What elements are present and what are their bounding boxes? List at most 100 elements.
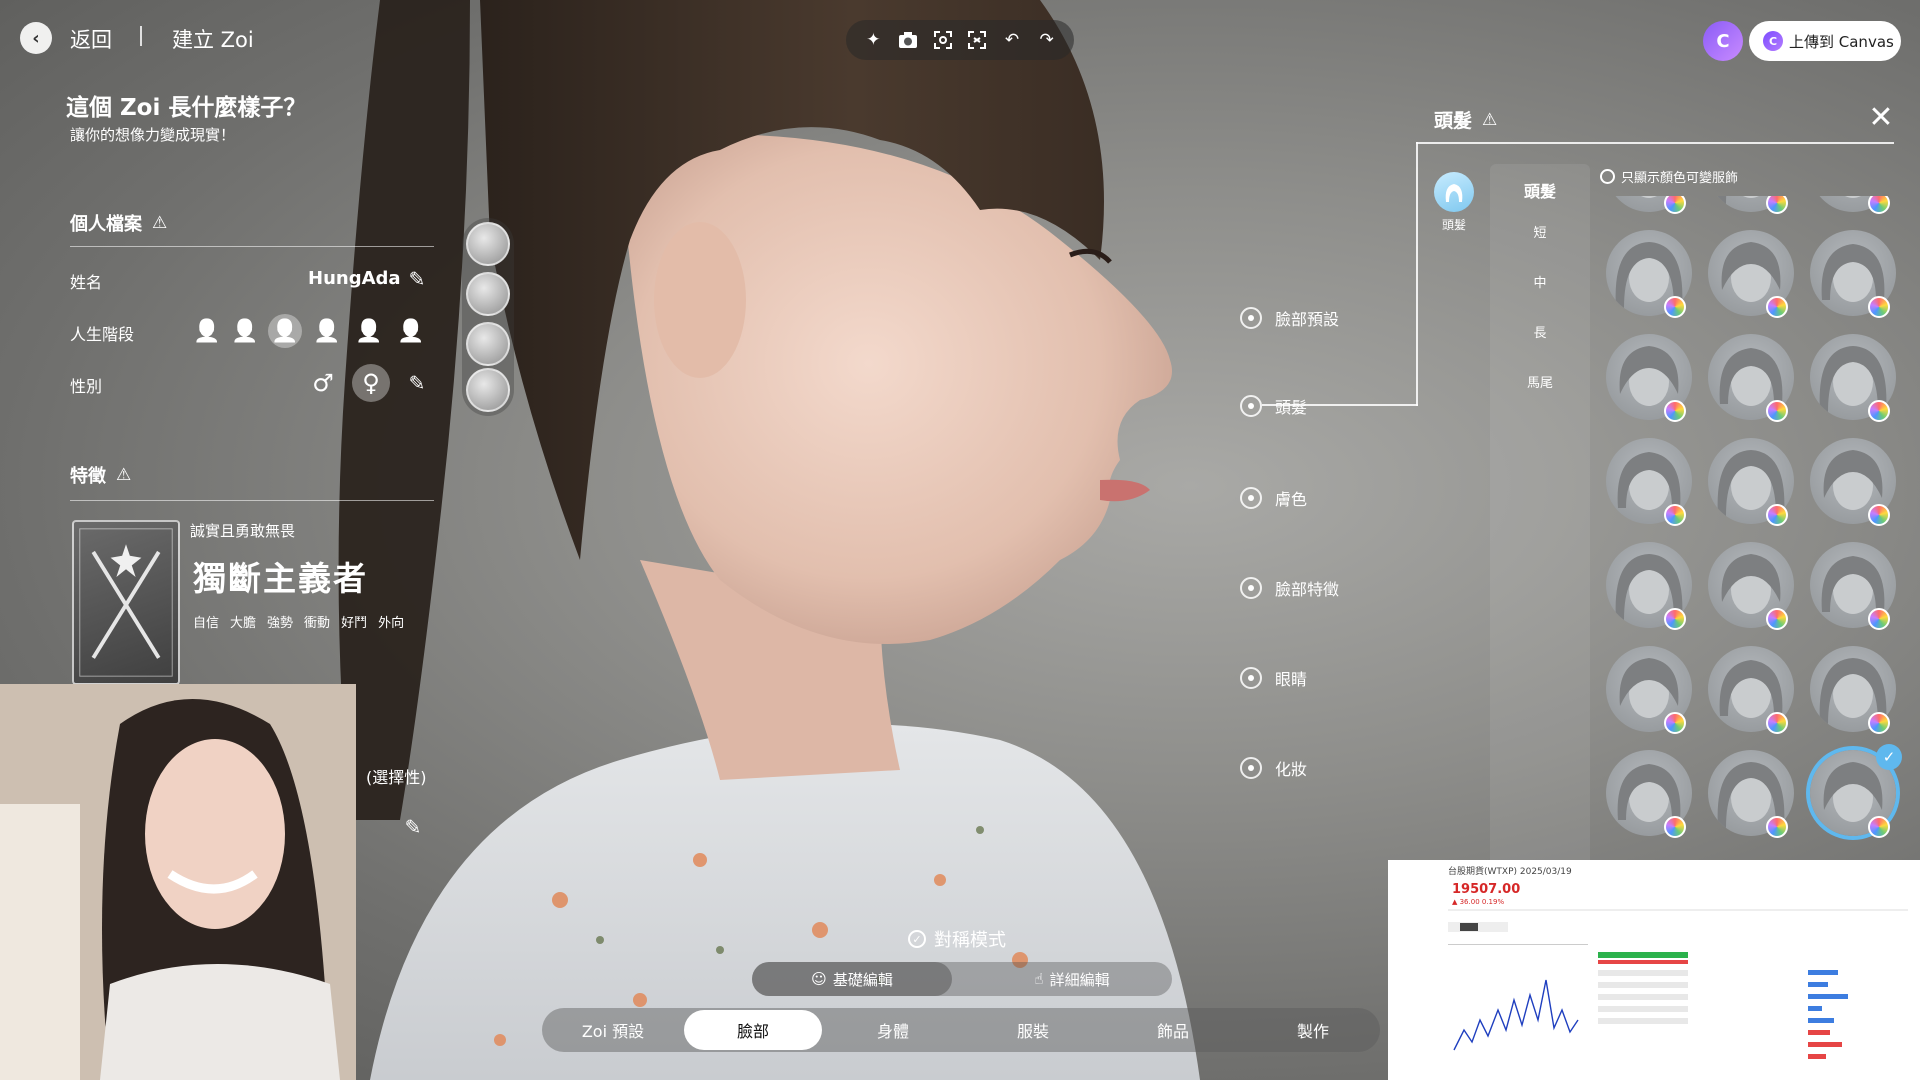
redo-icon[interactable]: ↷	[1034, 27, 1060, 53]
warning-icon[interactable]: ⚠	[116, 465, 131, 485]
subcategory-ponytail[interactable]: 馬尾	[1490, 372, 1590, 391]
hair-style-item[interactable]	[1708, 334, 1794, 422]
close-panel-button[interactable]: ✕	[1866, 100, 1896, 135]
hair-style-item[interactable]	[1708, 542, 1794, 630]
edit-name-icon[interactable]: ✎	[404, 266, 430, 292]
gender-female-button[interactable]: ♀	[352, 364, 390, 402]
gender-male-button[interactable]: ♂	[304, 364, 342, 402]
color-wheel-icon[interactable]	[1664, 296, 1686, 318]
color-wheel-icon[interactable]	[1664, 400, 1686, 422]
color-wheel-icon[interactable]	[1766, 608, 1788, 630]
material-swatch[interactable]	[466, 222, 510, 266]
hair-style-item[interactable]: ✓	[1810, 744, 1902, 838]
detail-edit-button[interactable]: ☝ 詳細編輯	[972, 962, 1172, 996]
trait-card[interactable]	[72, 520, 180, 685]
subcategory-medium[interactable]: 中	[1490, 272, 1590, 291]
face-frame-icon[interactable]	[964, 27, 990, 53]
tab-create[interactable]: 製作	[1244, 1010, 1382, 1050]
material-swatch[interactable]	[466, 272, 510, 316]
child-icon[interactable]: 👤	[268, 314, 302, 348]
hair-style-item[interactable]	[1810, 542, 1896, 630]
symmetry-toggle[interactable]: ✓ 對稱模式	[908, 926, 1006, 952]
hair-style-item[interactable]	[1606, 750, 1692, 838]
subcategory-all[interactable]: 頭髮	[1490, 178, 1590, 202]
hair-style-item[interactable]	[1708, 230, 1794, 318]
hair-style-item[interactable]	[1810, 334, 1896, 422]
canvas-logo[interactable]: C	[1703, 21, 1743, 61]
tab-outfit[interactable]: 服裝	[964, 1010, 1102, 1050]
back-button[interactable]: ‹	[20, 22, 52, 54]
hair-style-item[interactable]	[1708, 646, 1794, 734]
back-label[interactable]: 返回	[70, 24, 112, 54]
category-item[interactable]: 頭髮	[1240, 394, 1307, 418]
category-item[interactable]: 臉部預設	[1240, 306, 1339, 330]
hair-panel-title-label: 頭髮	[1434, 110, 1473, 132]
color-wheel-icon[interactable]	[1766, 400, 1788, 422]
hair-style-item[interactable]	[1810, 230, 1896, 318]
category-item[interactable]: 眼睛	[1240, 666, 1307, 690]
material-swatch[interactable]	[466, 322, 510, 366]
category-label: 臉部特徵	[1275, 580, 1340, 599]
warning-icon[interactable]: ⚠	[152, 213, 167, 233]
color-wheel-icon[interactable]	[1664, 816, 1686, 838]
color-wheel-icon[interactable]	[1664, 712, 1686, 734]
toddler-icon[interactable]: 👤	[228, 314, 262, 348]
hair-style-item[interactable]	[1606, 646, 1692, 734]
infant-icon[interactable]: 👤	[190, 314, 224, 348]
webcam-overlay	[0, 684, 356, 1080]
camera-icon[interactable]	[895, 27, 921, 53]
elder-icon[interactable]: 👤	[394, 314, 428, 348]
color-wheel-icon[interactable]	[1766, 712, 1788, 734]
tab-accessories[interactable]: 飾品	[1104, 1010, 1242, 1050]
hair-style-item[interactable]	[1810, 646, 1896, 734]
upload-to-canvas-button[interactable]: C 上傳到 Canvas	[1749, 21, 1901, 61]
frame-icon[interactable]	[930, 27, 956, 53]
category-item[interactable]: 膚色	[1240, 486, 1307, 510]
color-wheel-icon[interactable]	[1868, 400, 1890, 422]
color-wheel-icon[interactable]	[1868, 816, 1890, 838]
hair-style-item[interactable]	[1606, 230, 1692, 318]
hair-style-item[interactable]	[1606, 438, 1692, 526]
material-swatch[interactable]	[466, 368, 510, 412]
teen-icon[interactable]: 👤	[310, 314, 344, 348]
undo-icon[interactable]: ↶	[999, 27, 1025, 53]
category-item[interactable]: 化妝	[1240, 756, 1307, 780]
hair-style-item[interactable]	[1606, 196, 1692, 214]
hair-style-item[interactable]	[1708, 750, 1794, 838]
subcategory-short[interactable]: 短	[1490, 222, 1590, 241]
sparkle-icon[interactable]: ✦	[860, 27, 886, 53]
basic-edit-label: 基礎編輯	[832, 970, 893, 989]
tab-zoi-preset[interactable]: Zoi 預設	[544, 1010, 682, 1050]
hair-category-button[interactable]: 頭髮	[1432, 172, 1476, 233]
hair-style-item[interactable]	[1708, 438, 1794, 526]
hair-style-item[interactable]	[1810, 196, 1896, 214]
color-wheel-icon[interactable]	[1868, 504, 1890, 526]
tab-face[interactable]: 臉部	[684, 1010, 822, 1050]
edit-optional-icon[interactable]: ✎	[400, 814, 426, 840]
color-filter-toggle[interactable]: 只顯示顏色可變服飾	[1600, 167, 1738, 186]
color-wheel-icon[interactable]	[1664, 196, 1686, 214]
edit-gender-icon[interactable]: ✎	[404, 370, 430, 396]
hair-style-item[interactable]	[1606, 334, 1692, 422]
hair-style-item[interactable]	[1810, 438, 1896, 526]
basic-edit-button[interactable]: ☺ 基礎編輯	[752, 962, 952, 996]
color-wheel-icon[interactable]	[1766, 816, 1788, 838]
warning-icon[interactable]: ⚠	[1482, 110, 1497, 130]
detail-edit-label: 詳細編輯	[1049, 970, 1110, 989]
subcategory-long[interactable]: 長	[1490, 322, 1590, 341]
color-wheel-icon[interactable]	[1868, 296, 1890, 318]
color-wheel-icon[interactable]	[1868, 712, 1890, 734]
color-wheel-icon[interactable]	[1766, 504, 1788, 526]
stock-chart-graphic	[1448, 909, 1908, 1059]
color-wheel-icon[interactable]	[1766, 196, 1788, 214]
hair-style-item[interactable]	[1708, 196, 1794, 214]
tab-body[interactable]: 身體	[824, 1010, 962, 1050]
color-wheel-icon[interactable]	[1664, 608, 1686, 630]
hair-style-item[interactable]	[1606, 542, 1692, 630]
adult-icon[interactable]: 👤	[352, 314, 386, 348]
color-wheel-icon[interactable]	[1766, 296, 1788, 318]
color-wheel-icon[interactable]	[1664, 504, 1686, 526]
color-wheel-icon[interactable]	[1868, 608, 1890, 630]
category-item[interactable]: 臉部特徵	[1240, 576, 1339, 600]
color-wheel-icon[interactable]	[1868, 196, 1890, 214]
